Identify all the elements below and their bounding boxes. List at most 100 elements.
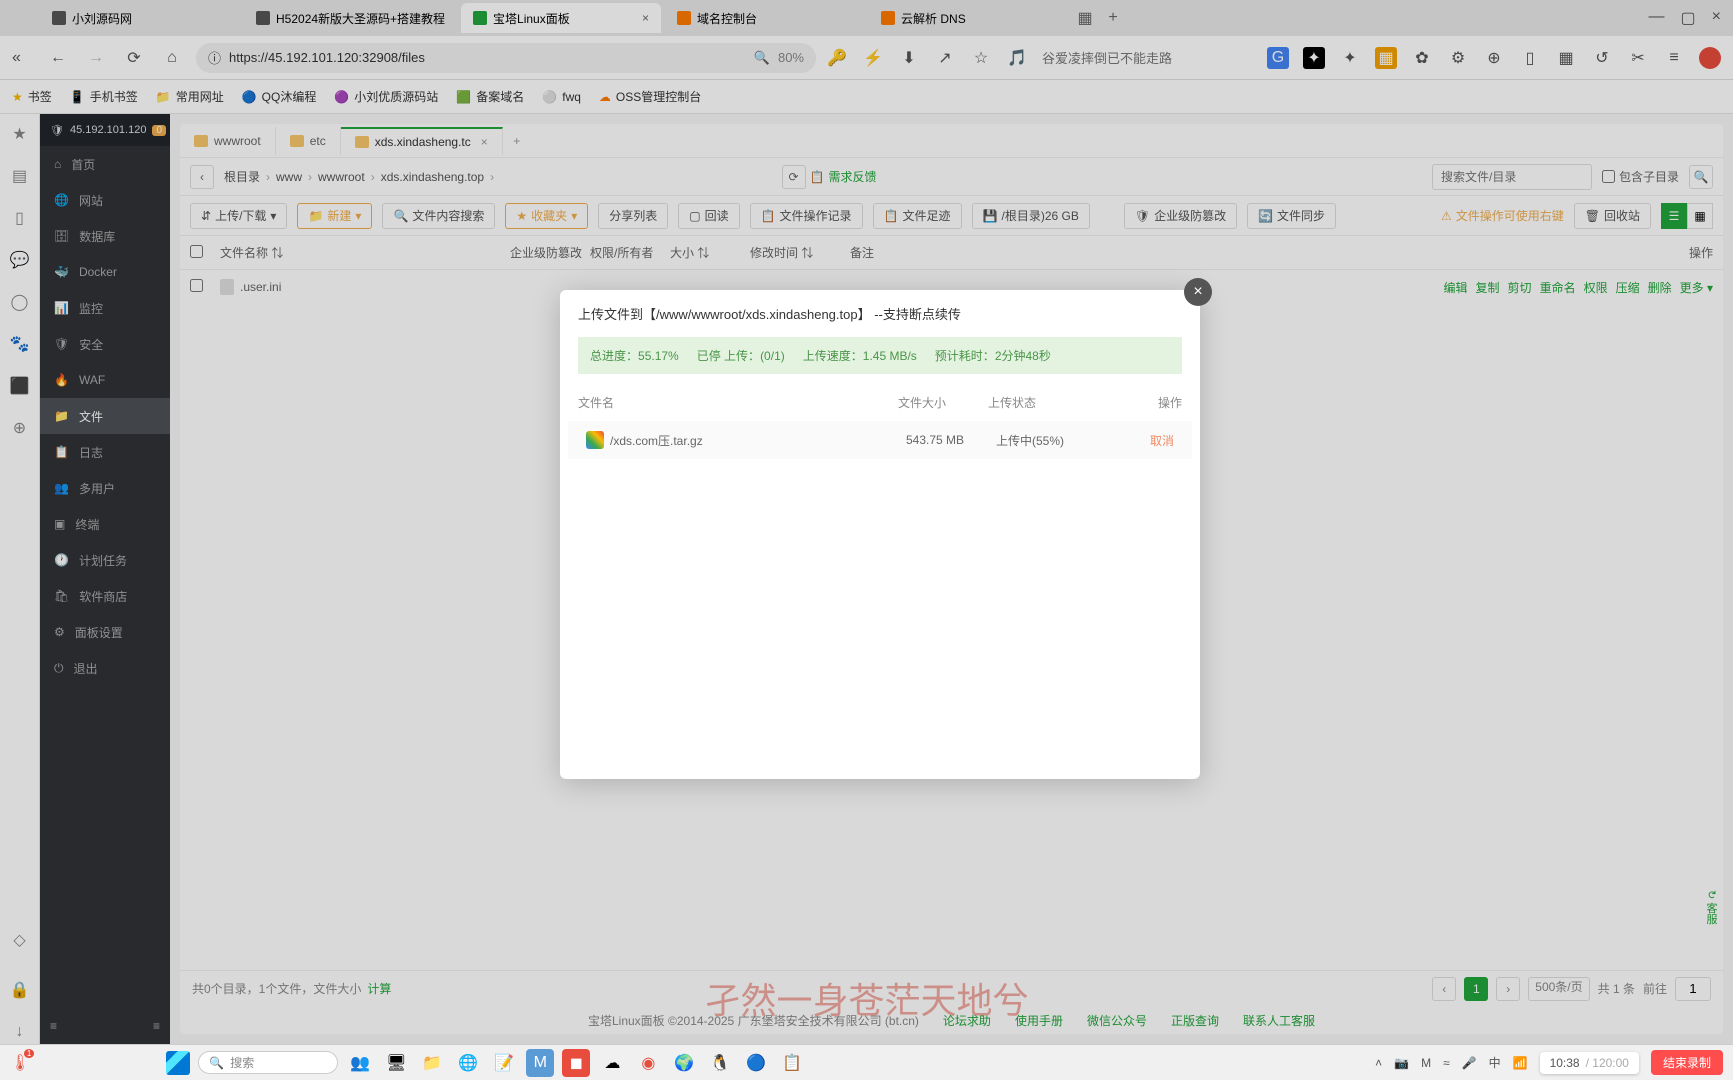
bc-refresh-button[interactable]: ⟳ <box>782 165 806 189</box>
row-checkbox[interactable] <box>190 279 203 292</box>
extensions-icon[interactable]: ▦ <box>1073 6 1097 30</box>
ent-recovery-button[interactable]: 🛡 企业级防篡改 <box>1124 203 1237 229</box>
footprint-button[interactable]: 📋 文件足迹 <box>873 203 962 229</box>
view-grid-button[interactable]: ▦ <box>1687 203 1713 229</box>
download-icon[interactable]: ⬇ <box>898 47 920 69</box>
bookmark-folder-common[interactable]: 📁常用网址 <box>156 88 224 105</box>
sidebar-item-logout[interactable]: ⏻退出 <box>40 650 170 686</box>
zoom-icon[interactable]: 🔍 <box>754 50 770 66</box>
view-list-button[interactable]: ☰ <box>1661 203 1687 229</box>
upload-download-button[interactable]: ⇵ 上传/下载 ▾ <box>190 203 287 229</box>
sidebar-item-cron[interactable]: 🕐计划任务 <box>40 542 170 578</box>
sidebar-item-files[interactable]: 📁文件 <box>40 398 170 434</box>
tray-mic-icon[interactable]: 🎤 <box>1462 1056 1477 1070</box>
close-window-icon[interactable]: × <box>1712 8 1721 28</box>
search-button[interactable]: 🔍 <box>1689 165 1713 189</box>
tray-ime-icon[interactable]: 中 <box>1489 1054 1501 1071</box>
tray-m-icon[interactable]: M <box>1421 1056 1431 1070</box>
include-subdirs-checkbox[interactable]: 包含子目录 <box>1602 168 1679 185</box>
scissor-icon[interactable]: ✂ <box>1627 47 1649 69</box>
task-editor-icon[interactable]: 📝 <box>490 1049 518 1077</box>
task-vm-icon[interactable]: 🖥 <box>382 1049 410 1077</box>
strip-star-icon[interactable]: ★ <box>8 122 32 146</box>
sidebar-item-monitor[interactable]: 📊监控 <box>40 290 170 326</box>
bookmark-mobile[interactable]: 📱手机书签 <box>70 88 138 105</box>
action-perm[interactable]: 权限 <box>1584 279 1608 296</box>
task-qq-icon[interactable]: 🐧 <box>706 1049 734 1077</box>
browser-tab-3[interactable]: 域名控制台 <box>665 3 865 33</box>
action-delete[interactable]: 删除 <box>1648 279 1672 296</box>
maximize-icon[interactable]: ▢ <box>1681 8 1696 28</box>
minimize-icon[interactable]: — <box>1649 8 1665 28</box>
ext-icon-3[interactable]: ▦ <box>1375 47 1397 69</box>
menu-icon[interactable]: ≡ <box>1663 47 1685 69</box>
link-support[interactable]: 联系人工客服 <box>1243 1012 1315 1029</box>
bc-www[interactable]: www <box>276 170 302 184</box>
gear-icon[interactable]: ⚙ <box>1447 47 1469 69</box>
browser-tab-4[interactable]: 云解析 DNS <box>869 3 1069 33</box>
file-tab-xds[interactable]: xds.xindasheng.tc× <box>341 127 503 155</box>
sidebar-item-home[interactable]: ⌂首页 <box>40 146 170 182</box>
ext-translate-icon[interactable]: G <box>1267 47 1289 69</box>
bookmark-fwq[interactable]: ⚪fwq <box>542 90 581 104</box>
grid-icon[interactable]: ▦ <box>1555 47 1577 69</box>
task-people-icon[interactable]: 👥 <box>346 1049 374 1077</box>
bookmark-root[interactable]: ★书签 <box>12 88 52 105</box>
bc-wwwroot[interactable]: wwwroot <box>318 170 365 184</box>
recycle-bin-button[interactable]: 🗑 回收站 <box>1574 203 1651 229</box>
sync-button[interactable]: 🔄 文件同步 <box>1247 203 1336 229</box>
sidebar-item-terminal[interactable]: ▣终端 <box>40 506 170 542</box>
strip-phone-icon[interactable]: ▯ <box>8 206 32 230</box>
file-tab-add[interactable]: + <box>503 134 531 148</box>
feedback-link[interactable]: 📋需求反馈 <box>810 168 877 185</box>
bc-current[interactable]: xds.xindasheng.top <box>381 170 484 184</box>
task-browser-icon[interactable]: 🌍 <box>670 1049 698 1077</box>
modal-close-button[interactable]: × <box>1184 278 1212 306</box>
bookmark-qq[interactable]: 🔵QQ沐编程 <box>242 88 317 105</box>
close-tab-icon[interactable]: × <box>642 11 649 25</box>
strip-arrow-icon[interactable]: ↓ <box>8 1020 32 1044</box>
page-prev-button[interactable]: ‹ <box>1432 977 1456 1001</box>
task-baidu-icon[interactable]: 🔵 <box>742 1049 770 1077</box>
browser-tab-2[interactable]: 宝塔Linux面板× <box>461 3 661 33</box>
bc-root[interactable]: 根目录 <box>224 168 260 185</box>
task-netease-icon[interactable]: ◉ <box>634 1049 662 1077</box>
favorite-button[interactable]: ★ 收藏夹 ▾ <box>505 203 588 229</box>
ext-icon-1[interactable]: ✦ <box>1303 47 1325 69</box>
sidebar-item-docker[interactable]: 🐳Docker <box>40 254 170 290</box>
operation-log-button[interactable]: 📋 文件操作记录 <box>750 203 863 229</box>
close-icon[interactable]: × <box>481 135 488 149</box>
tray-up-icon[interactable]: ˄ <box>1375 1056 1382 1070</box>
pwa-icon[interactable]: ⊕ <box>1483 47 1505 69</box>
col-name[interactable]: 文件名称 ⇅ <box>220 244 510 261</box>
content-search-button[interactable]: 🔍 文件内容搜索 <box>382 203 495 229</box>
per-page-select[interactable]: 500条/页 <box>1528 977 1589 1001</box>
tray-camera-icon[interactable]: 📷 <box>1394 1056 1409 1070</box>
search-input[interactable] <box>1432 164 1592 190</box>
strip-chat-icon[interactable]: 💬 <box>8 248 32 272</box>
sidebar-item-logs[interactable]: 📋日志 <box>40 434 170 470</box>
ext-icon-2[interactable]: ✦ <box>1339 47 1361 69</box>
home-button[interactable]: ⌂ <box>158 44 186 72</box>
send-icon[interactable]: ↗ <box>934 47 956 69</box>
action-compress[interactable]: 压缩 <box>1616 279 1640 296</box>
browser-tab-1[interactable]: H52024新版大圣源码+搭建教程 <box>244 3 457 33</box>
puzzle-icon[interactable]: ✿ <box>1411 47 1433 69</box>
sidebar-item-settings[interactable]: ⚙面板设置 <box>40 614 170 650</box>
key-icon[interactable]: 🔑 <box>826 47 848 69</box>
tray-wifi-icon[interactable]: 📶 <box>1513 1056 1528 1070</box>
task-pad-icon[interactable]: 📋 <box>778 1049 806 1077</box>
action-rename[interactable]: 重命名 <box>1540 279 1576 296</box>
taskbar-search[interactable]: 🔍搜索 <box>198 1051 338 1074</box>
select-all-checkbox[interactable] <box>190 245 203 258</box>
device-icon[interactable]: ▯ <box>1519 47 1541 69</box>
col-size[interactable]: 大小 ⇅ <box>670 244 750 261</box>
flash-icon[interactable]: ⚡ <box>862 47 884 69</box>
weather-icon[interactable]: 🌡1 <box>10 1053 30 1073</box>
sidebar-item-db[interactable]: 🗄数据库 <box>40 218 170 254</box>
page-current[interactable]: 1 <box>1464 977 1488 1001</box>
forward-button[interactable]: → <box>82 44 110 72</box>
stop-record-button[interactable]: 结束录制 <box>1651 1050 1723 1075</box>
history-icon[interactable]: ↺ <box>1591 47 1613 69</box>
sidebar-item-store[interactable]: 🛍软件商店 <box>40 578 170 614</box>
